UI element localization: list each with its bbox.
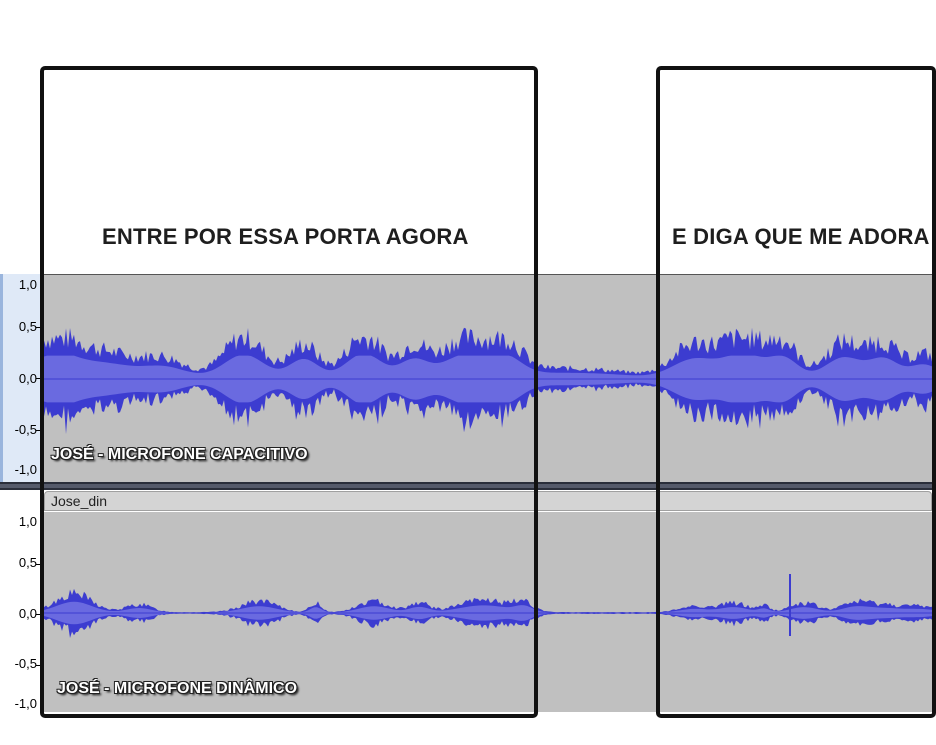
highlight-frame-left [40,66,538,718]
ruler-tick-label: 0,5 [18,319,37,334]
vertical-ruler-track1[interactable]: 1,0 0,5 0,0 -0,5 -1,0 [0,274,41,482]
ruler-tick-label: 0,0 [18,371,37,386]
ruler-tick-label: -0,5 [14,656,37,671]
vertical-ruler-track2[interactable]: 1,0 0,5 0,0 -0,5 -1,0 [0,490,41,712]
ruler-tick-label: 0,0 [18,606,37,621]
ruler-tick-label: -1,0 [14,696,37,711]
highlight-frame-right [656,66,936,718]
ruler-tick-label: 1,0 [18,277,37,292]
ruler-tick-label: 0,5 [18,555,37,570]
ruler-tick-label: 1,0 [18,514,37,529]
ruler-tick-label: -0,5 [14,422,37,437]
ruler-tick-label: -1,0 [14,462,37,477]
